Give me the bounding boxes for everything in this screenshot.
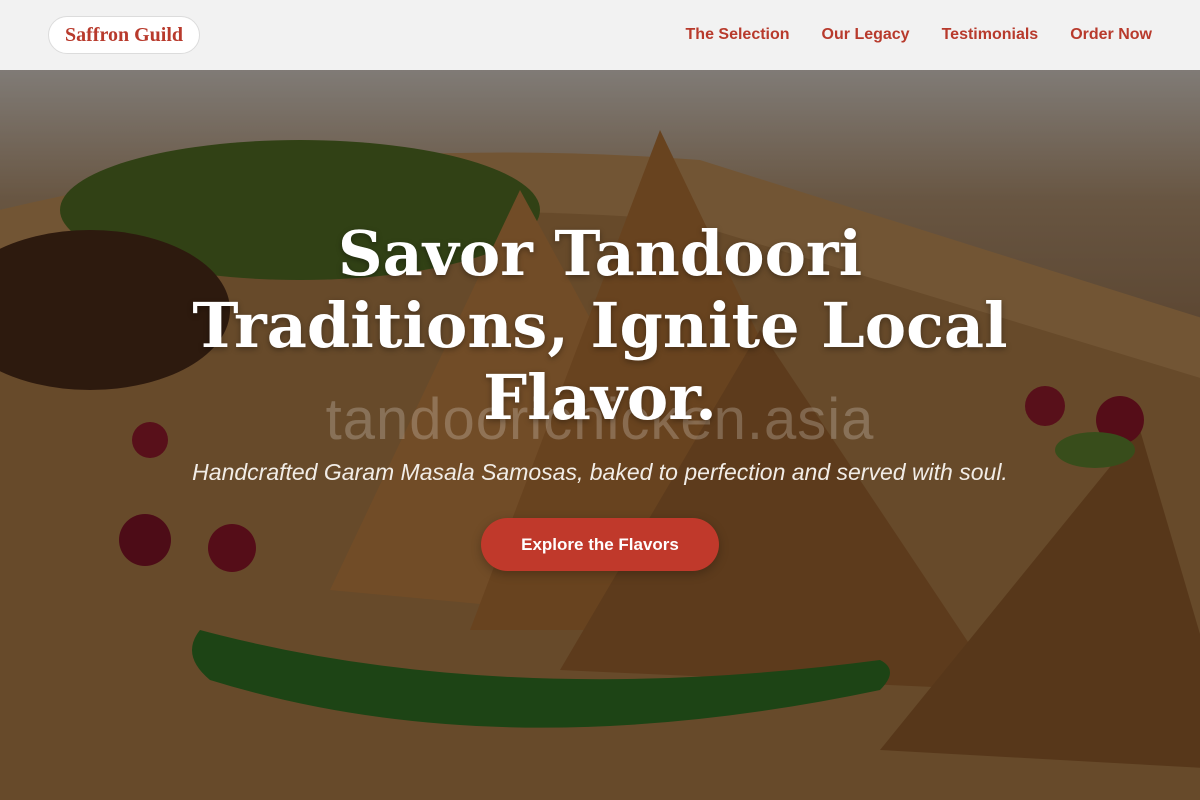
site-header: Saffron Guild The Selection Our Legacy T… [0,0,1200,70]
hero-section: tandoorichicken.asia Savor Tandoori Trad… [0,70,1200,800]
brand-logo[interactable]: Saffron Guild [48,16,200,54]
nav-link-selection[interactable]: The Selection [686,26,790,44]
hero-title: Savor Tandoori Traditions, Ignite Local … [192,217,1008,434]
nav-link-testimonials[interactable]: Testimonials [942,26,1039,44]
hero-content: Savor Tandoori Traditions, Ignite Local … [0,218,1200,571]
nav-link-order-now[interactable]: Order Now [1070,26,1152,44]
explore-flavors-button[interactable]: Explore the Flavors [481,518,719,571]
nav-link-legacy[interactable]: Our Legacy [822,26,910,44]
hero-subtitle: Handcrafted Garam Masala Samosas, baked … [192,459,1008,485]
main-nav: The Selection Our Legacy Testimonials Or… [686,26,1152,44]
